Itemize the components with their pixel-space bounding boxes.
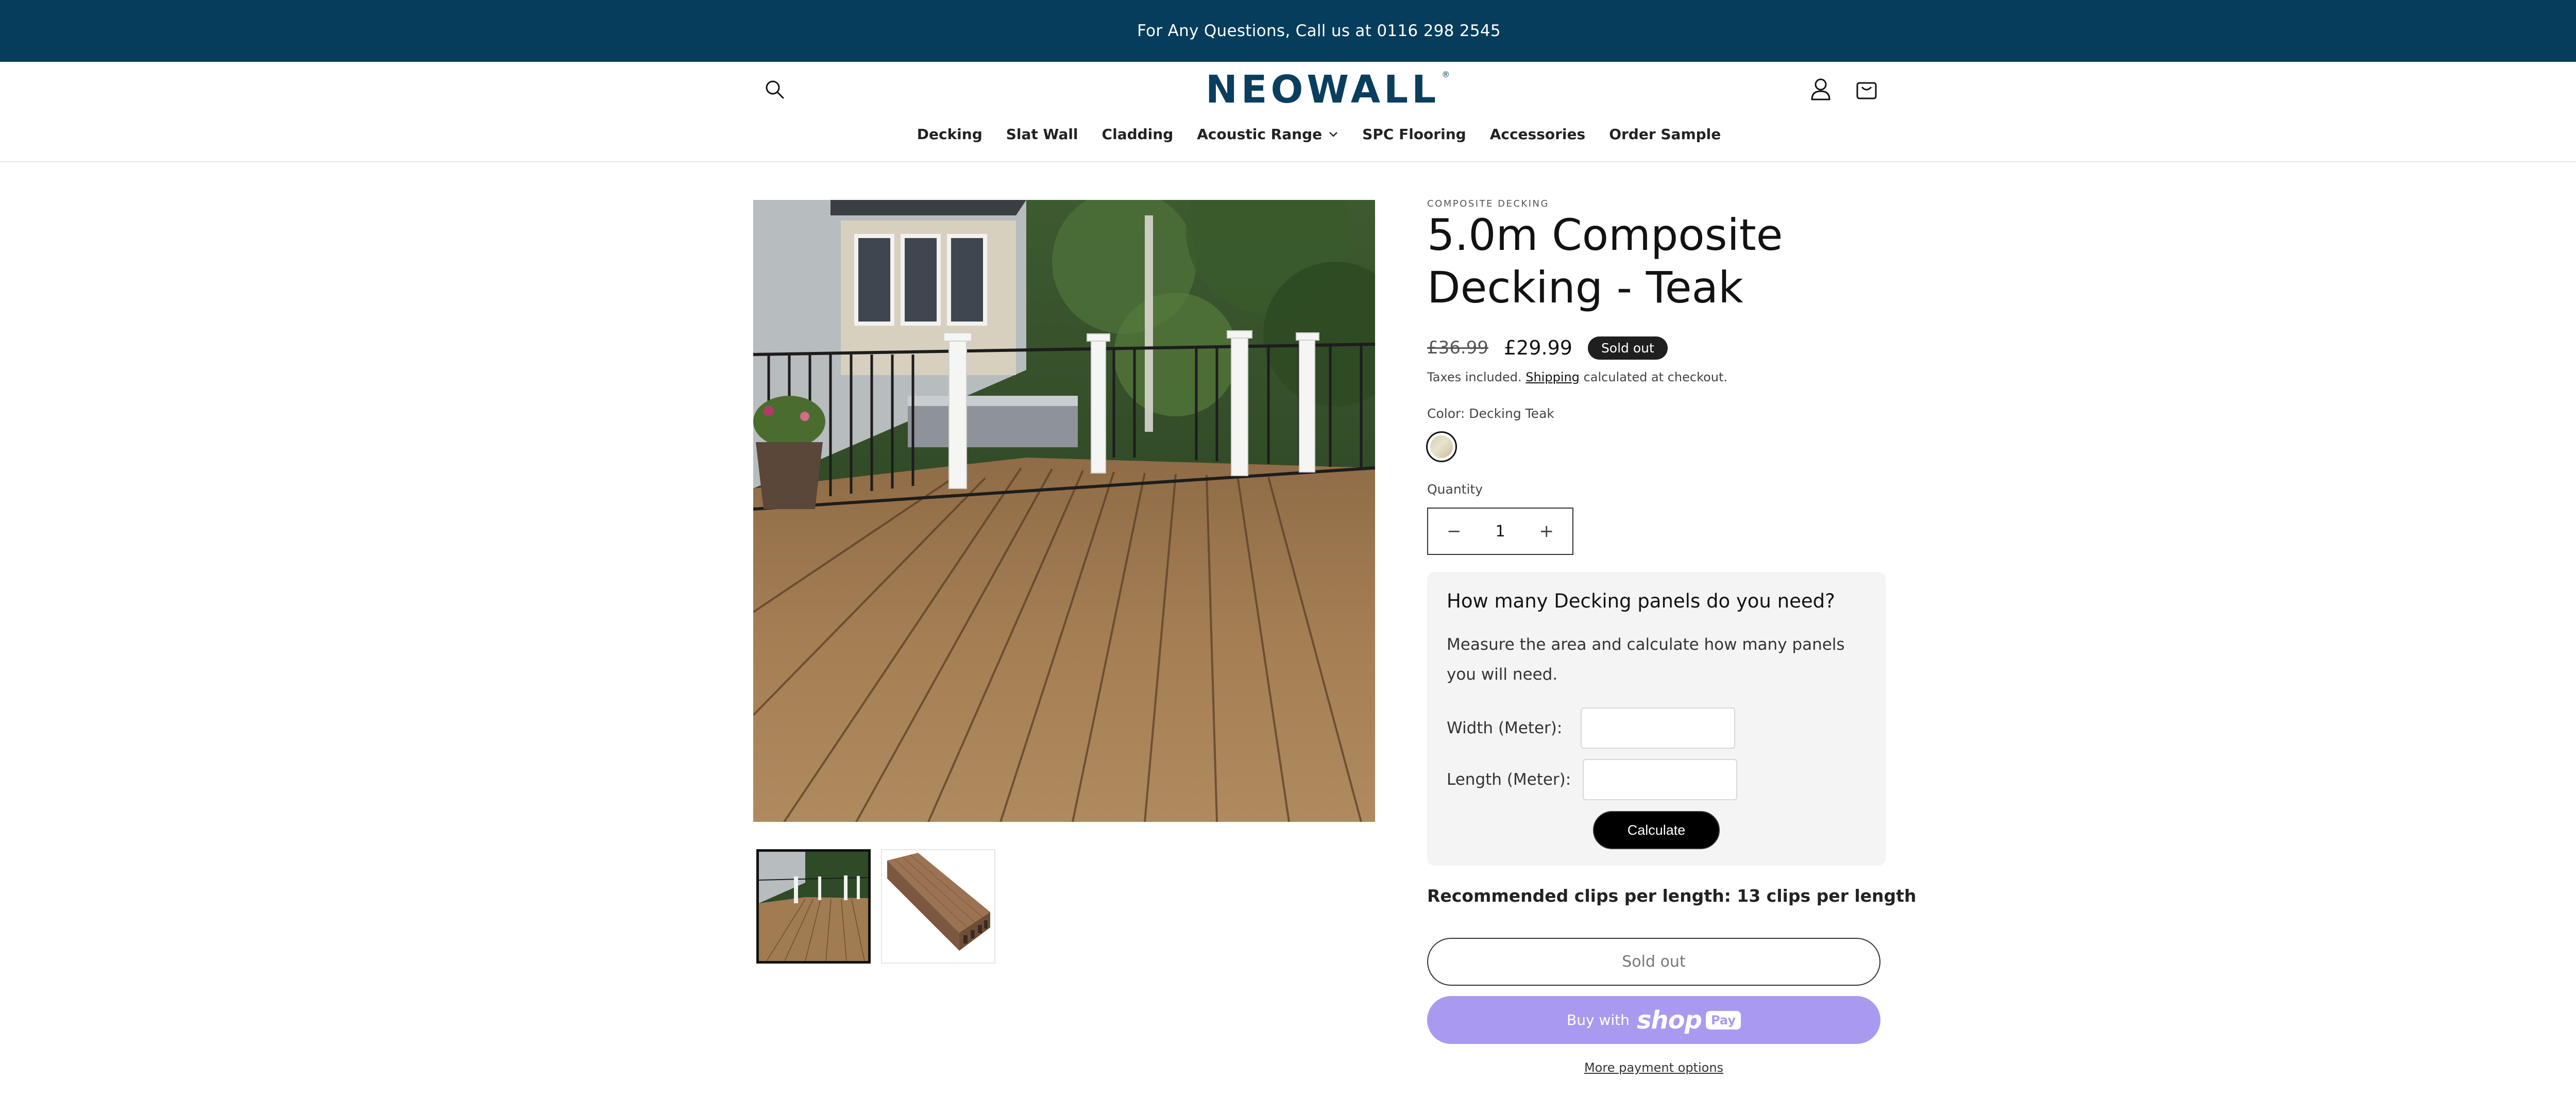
calculator-description: Measure the area and calculate how many … — [1447, 635, 1845, 684]
price-regular: £36.99 — [1427, 338, 1488, 358]
quantity-increase-button[interactable]: + — [1539, 521, 1554, 542]
calculator-heading: How many Decking panels do you need? — [1447, 590, 1835, 612]
product-vendor: COMPOSITE DECKING — [1427, 198, 1549, 209]
main-nav: Decking Slat Wall Cladding Acoustic Rang… — [0, 124, 2576, 144]
quantity-label: Quantity — [1427, 482, 1483, 497]
logo-text: NEOWALL — [1206, 68, 1440, 112]
shop-pay-logo-badge: Pay — [1705, 1010, 1741, 1030]
sold-out-badge: Sold out — [1587, 336, 1668, 360]
nav-item-slat-wall[interactable]: Slat Wall — [1006, 124, 1078, 144]
buy-with-label: Buy with — [1567, 1011, 1630, 1028]
product-main-image[interactable] — [753, 200, 1375, 822]
swatch-fill — [1430, 435, 1453, 458]
thumbnail-deck-scene[interactable] — [756, 849, 871, 964]
quantity-decrease-button[interactable]: − — [1447, 521, 1462, 542]
tax-note-prefix: Taxes included. — [1427, 370, 1522, 384]
color-label: Color: Decking Teak — [1427, 406, 1554, 421]
thumbnail-board-profile[interactable] — [881, 849, 995, 964]
cart-icon[interactable] — [1854, 76, 1879, 102]
nav-item-spc-flooring[interactable]: SPC Flooring — [1362, 124, 1466, 144]
width-label: Width (Meter): — [1447, 719, 1563, 737]
tax-note: Taxes included. Shipping calculated at c… — [1427, 370, 1727, 384]
price-sale: £29.99 — [1503, 336, 1572, 359]
announcement-bar: For Any Questions, Call us at 0116 298 2… — [0, 0, 2576, 62]
color-swatch-decking-teak[interactable] — [1426, 431, 1457, 462]
logo-registered-mark: ® — [1442, 69, 1450, 79]
length-label: Length (Meter): — [1447, 770, 1571, 789]
product-title: 5.0m Composite Decking - Teak — [1427, 210, 1783, 313]
shop-pay-button[interactable]: Buy with shop Pay — [1427, 996, 1880, 1044]
tax-note-suffix: calculated at checkout. — [1583, 370, 1728, 384]
sold-out-button[interactable]: Sold out — [1427, 938, 1880, 986]
announcement-text: For Any Questions, Call us at 0116 298 2… — [1137, 22, 1501, 40]
width-input[interactable] — [1581, 707, 1735, 749]
search-icon[interactable] — [762, 77, 787, 102]
nav-item-decking[interactable]: Decking — [917, 124, 982, 144]
panel-calculator: How many Decking panels do you need? Mea… — [1427, 572, 1886, 866]
quantity-input[interactable]: 1 — [1495, 522, 1505, 541]
clips-recommendation: Recommended clips per length: 13 clips p… — [1427, 886, 1917, 906]
more-payment-options-link[interactable]: More payment options — [1427, 1060, 1880, 1075]
nav-item-accessories[interactable]: Accessories — [1490, 124, 1586, 144]
quantity-stepper: − 1 + — [1427, 508, 1573, 555]
nav-item-acoustic-range[interactable]: Acoustic Range — [1197, 124, 1338, 144]
nav-item-cladding[interactable]: Cladding — [1102, 124, 1174, 144]
calculate-button[interactable]: Calculate — [1593, 811, 1720, 849]
site-logo[interactable]: NEOWALL ® — [1206, 68, 1450, 112]
shipping-link[interactable]: Shipping — [1526, 370, 1580, 384]
shop-pay-logo-text: shop — [1636, 1005, 1702, 1035]
chevron-down-icon — [1328, 130, 1338, 138]
nav-item-acoustic-range-label: Acoustic Range — [1197, 125, 1323, 143]
length-input[interactable] — [1583, 759, 1737, 800]
account-icon[interactable] — [1808, 76, 1833, 102]
price-row: £36.99 £29.99 Sold out — [1427, 332, 1668, 363]
nav-item-order-sample[interactable]: Order Sample — [1609, 124, 1721, 144]
